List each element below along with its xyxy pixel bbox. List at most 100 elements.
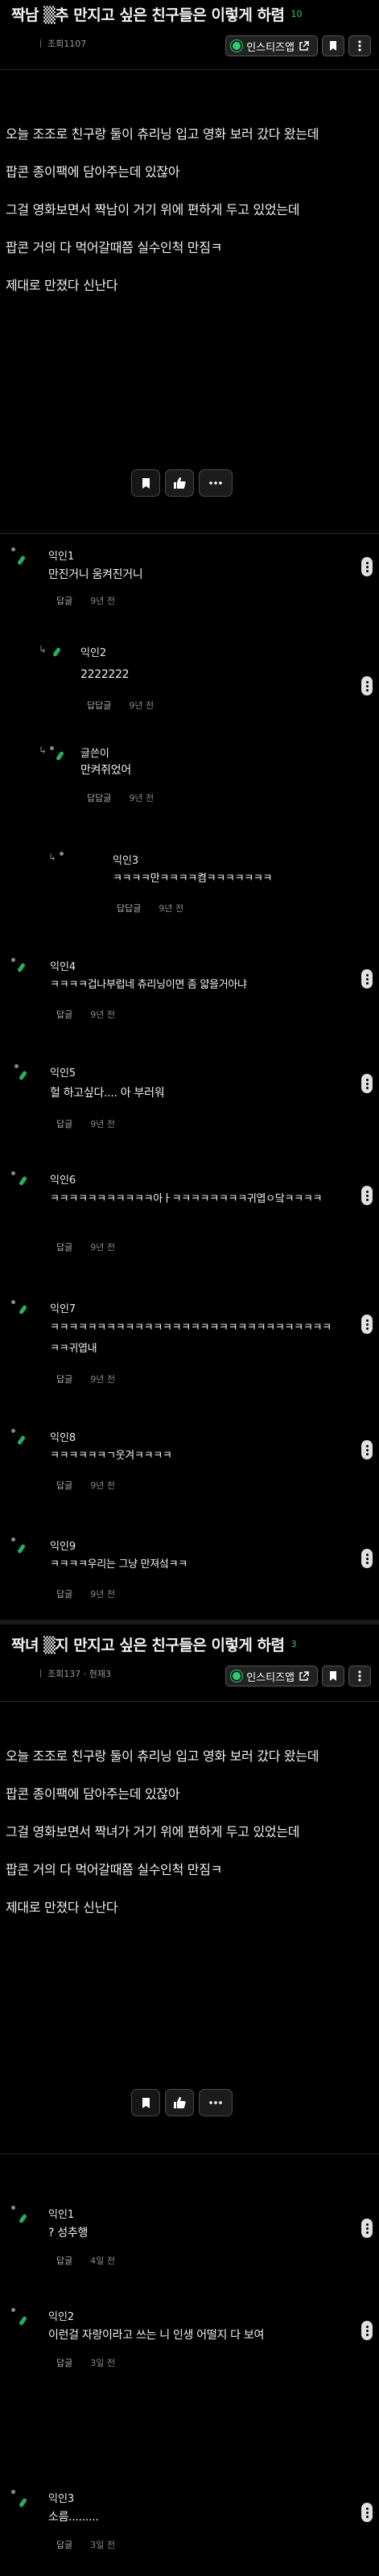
comment-text: 2222222 (80, 668, 130, 681)
reply-link[interactable]: 답글 (56, 2356, 72, 2369)
meta-divider (40, 39, 41, 47)
more-button[interactable] (348, 35, 371, 56)
comment-text: ㅋㅋㅋㅋㅋㅋㅋㅋㅋㅋㅋ아ㅏㅋㅋㅋㅋㅋㅋㅋㅋ귀엽ㅇ닼ㅋㅋㅋㅋ (50, 1193, 323, 1205)
bookmark-button[interactable] (322, 35, 344, 56)
post-title: 짝녀 ▒지 만지고 싶은 친구들은 이렇게 하렴 (11, 1636, 285, 1654)
more-options-button[interactable] (199, 2089, 233, 2116)
comment: ↳ 익인3 ㅋㅋㅋㅋ만ㅋㅋㅋㅋ켬ㅋㅋㅋㅋㅋㅋㅋ 답답글 9년 전 (0, 852, 379, 916)
reply-link[interactable]: 답글 (56, 1117, 72, 1130)
body-paragraph: 오늘 조조로 친구랑 둘이 츄리닝 입고 영화 보러 갔다 왔는데 (6, 1748, 319, 1764)
body-paragraph: 그걸 영화보면서 짝남이 거기 위에 편하게 두고 있었는데 (6, 202, 300, 217)
avatar (11, 547, 29, 568)
more-options-button[interactable] (199, 469, 233, 497)
reply-link[interactable]: 답답글 (87, 699, 111, 712)
comment: 익인5 헐 하고싶다.... 아 부러워 답글 9년 전 (0, 1064, 379, 1129)
commenter-name: 익인3 (48, 2493, 75, 2505)
reply-arrow-icon: ↳ (39, 745, 47, 756)
view-count: 조회137 · 현재3 (47, 1669, 111, 1679)
commenter-name: 익인4 (50, 961, 76, 973)
commenter-name: 익인3 (113, 855, 139, 867)
instiz-app-button[interactable]: 인스티즈앱 (225, 35, 318, 56)
comment-time: 9년 전 (129, 700, 154, 711)
reply-link[interactable]: 답글 (56, 1479, 72, 1492)
external-link-icon (299, 40, 309, 51)
comment-time: 9년 전 (90, 1589, 115, 1600)
comment-meta: 답글 9년 전 (56, 1008, 115, 1021)
bookmark-icon (142, 2097, 150, 2108)
more-horizontal-icon (209, 2101, 222, 2104)
comment-time: 9년 전 (129, 793, 154, 803)
comment-meta: 답글 9년 전 (56, 1479, 115, 1492)
reply-link[interactable]: 답글 (56, 1241, 72, 1253)
bookmark-button[interactable] (322, 1666, 344, 1686)
comment-text: 만진거니 움켜진거니 (48, 568, 143, 581)
reply-link[interactable]: 답글 (56, 1587, 72, 1600)
reply-link[interactable]: 답글 (56, 2254, 72, 2267)
comment-more-button[interactable] (361, 969, 373, 989)
reply-link[interactable]: 답글 (56, 1008, 72, 1021)
reply-link[interactable]: 답글 (56, 1373, 72, 1385)
comment-more-button[interactable] (361, 2219, 373, 2238)
vote-bar (131, 469, 233, 497)
commenter-name: 익인2 (80, 647, 107, 659)
avatar (11, 1429, 29, 1450)
more-horizontal-icon (209, 481, 222, 485)
comment-meta: 답답글 9년 전 (117, 902, 183, 914)
comments-divider (0, 533, 379, 534)
comments-divider (0, 2153, 379, 2154)
comment-meta: 답글 9년 전 (56, 1241, 115, 1253)
comment-more-button[interactable] (361, 2503, 373, 2522)
post-body: 오늘 조조로 친구랑 둘이 츄리닝 입고 영화 보러 갔다 왔는데 팝콘 종이팩… (6, 1745, 372, 1934)
reply-link[interactable]: 답답글 (117, 902, 141, 914)
comment-meta: 답글 9년 전 (56, 1587, 115, 1600)
scrap-button[interactable] (131, 469, 160, 497)
commenter-name: 글쓴이 (80, 748, 109, 760)
like-button[interactable] (165, 469, 194, 497)
avatar (11, 1300, 29, 1321)
comment-more-button[interactable] (361, 1549, 373, 1568)
post-actions: 인스티즈앱 (225, 35, 371, 56)
comment-more-button[interactable] (361, 2321, 373, 2340)
body-paragraph: 팝콘 종이팩에 담아주는데 있잖아 (6, 164, 180, 180)
comment-time: 4일 전 (90, 2256, 115, 2266)
avatar (60, 852, 77, 873)
comment-count[interactable]: 3 (290, 1639, 296, 1649)
view-count: 조회1107 (47, 39, 87, 49)
reply-link[interactable]: 답답글 (87, 791, 111, 804)
comment: 익인7 ㅋㅋㅋㅋㅋㅋㅋㅋㅋㅋㅋㅋㅋㅋㅋㅋㅋㅋㅋㅋㅋㅋㅋㅋㅋㅋㅋㅋㅋㅋㅋㅋ귀엽내 … (0, 1300, 379, 1389)
avatar (50, 745, 68, 766)
reply-link[interactable]: 답글 (56, 2538, 72, 2551)
instiz-app-label: 인스티즈앱 (246, 41, 295, 54)
vote-bar (131, 2089, 233, 2116)
more-button[interactable] (348, 1666, 371, 1686)
comment-time: 3일 전 (90, 2540, 115, 2550)
avatar (11, 958, 29, 979)
comment-more-button[interactable] (361, 1074, 373, 1093)
thumbs-up-icon (173, 2097, 186, 2108)
instiz-app-button[interactable]: 인스티즈앱 (225, 1666, 318, 1686)
like-button[interactable] (165, 2089, 194, 2116)
post-separator (0, 1620, 379, 1624)
post-meta: 조회1107 (40, 37, 86, 50)
scrap-button[interactable] (131, 2089, 160, 2116)
body-paragraph: 팝콘 거의 다 먹어갈때쯤 실수인척 만짐ㅋ (6, 240, 223, 255)
reply-link[interactable]: 답글 (56, 594, 72, 607)
header-divider (0, 69, 379, 70)
comment-text: ㅋㅋㅋㅋㅋㅋㄱ웃겨ㅋㅋㅋㅋ (50, 1450, 172, 1462)
comment-text: 만켜쥐었어 (80, 764, 131, 777)
avatar (11, 1171, 29, 1192)
comment-more-button[interactable] (361, 1440, 373, 1459)
comment-time: 9년 전 (90, 1009, 115, 1020)
post-title: 짝남 ▒추 만지고 싶은 친구들은 이렇게 하렴 (11, 6, 285, 24)
comment-count[interactable]: 10 (290, 9, 302, 19)
body-paragraph: 팝콘 종이팩에 담아주는데 있잖아 (6, 1786, 180, 1802)
comment-more-button[interactable] (361, 557, 373, 576)
comment-meta: 답글 9년 전 (56, 1373, 115, 1385)
comment-more-button[interactable] (361, 676, 373, 696)
post-actions: 인스티즈앱 (225, 1666, 371, 1686)
comment: 익인6 ㅋㅋㅋㅋㅋㅋㅋㅋㅋㅋㅋ아ㅏㅋㅋㅋㅋㅋㅋㅋㅋ귀엽ㅇ닼ㅋㅋㅋㅋ 답글 9년 전 (0, 1171, 379, 1260)
comment: 익인3 소름......... 답글 3일 전 (0, 2490, 379, 2554)
comment-more-button[interactable] (361, 1186, 373, 1205)
comment-more-button[interactable] (361, 1315, 373, 1334)
comment-meta: 답글 9년 전 (56, 594, 115, 607)
